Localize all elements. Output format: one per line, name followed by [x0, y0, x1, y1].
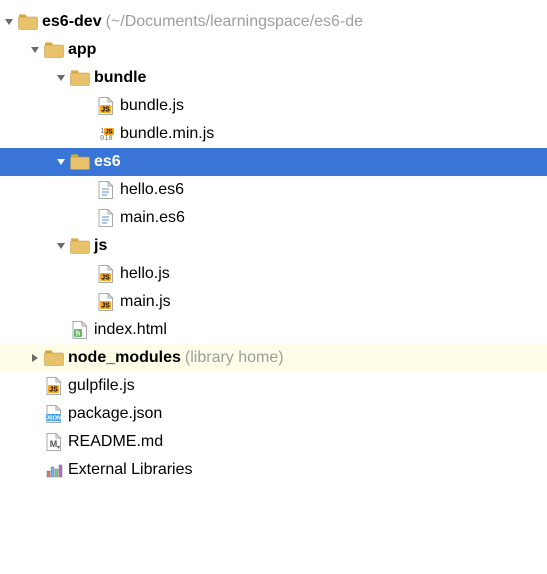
node-label: gulpfile.js [68, 377, 135, 395]
external-libraries-label: External Libraries [68, 461, 193, 479]
svg-text:JS: JS [101, 107, 110, 114]
tree-row[interactable]: JSON package.json [0, 400, 547, 428]
node-label: hello.es6 [120, 181, 184, 199]
json-icon: JSON [44, 405, 64, 423]
folder-icon [18, 13, 38, 31]
tree-row[interactable]: JS gulpfile.js [0, 372, 547, 400]
node-label: index.html [94, 321, 167, 339]
tree-row[interactable]: 10 010 JS bundle.min.js [0, 120, 547, 148]
node-label: bundle [94, 69, 146, 87]
js-icon: JS [96, 265, 116, 283]
folder-icon [70, 69, 90, 87]
tree-row[interactable]: JS bundle.js [0, 92, 547, 120]
tree-row[interactable]: node_modules(library home) [0, 344, 547, 372]
tree-row[interactable]: main.es6 [0, 204, 547, 232]
tree-row[interactable]: JS main.js [0, 288, 547, 316]
js-icon: JS [44, 377, 64, 395]
tree-row[interactable]: es6-dev(~/Documents/learningspace/es6-de [0, 8, 547, 36]
text-icon [96, 181, 116, 199]
svg-text:M: M [50, 439, 58, 449]
folder-icon [44, 349, 64, 367]
html-icon: h [70, 321, 90, 339]
folder-icon [70, 237, 90, 255]
node-hint: (~/Documents/learningspace/es6-de [106, 13, 363, 31]
folder-icon [44, 41, 64, 59]
arrow-expanded-icon[interactable] [52, 237, 70, 255]
folder-icon [70, 153, 90, 171]
js-icon: JS [96, 293, 116, 311]
project-tree: es6-dev(~/Documents/learningspace/es6-de… [0, 8, 547, 484]
arrow-expanded-icon[interactable] [26, 41, 44, 59]
text-icon [96, 209, 116, 227]
node-hint: (library home) [185, 349, 284, 367]
node-label: app [68, 41, 96, 59]
node-label: es6-dev [42, 13, 102, 31]
arrow-collapsed-icon[interactable] [26, 349, 44, 367]
node-label: package.json [68, 405, 162, 423]
tree-row[interactable]: es6 [0, 148, 547, 176]
node-label: bundle.min.js [120, 125, 214, 143]
js-icon: JS [96, 97, 116, 115]
external-libraries[interactable]: External Libraries [0, 456, 547, 484]
tree-row[interactable]: JS hello.js [0, 260, 547, 288]
node-label: main.js [120, 293, 171, 311]
tree-row[interactable]: M README.md [0, 428, 547, 456]
tree-row[interactable]: hello.es6 [0, 176, 547, 204]
svg-text:JS: JS [101, 303, 110, 310]
svg-text:JSON: JSON [46, 416, 61, 422]
tree-row[interactable]: app [0, 36, 547, 64]
node-label: js [94, 237, 107, 255]
svg-text:h: h [76, 331, 80, 338]
arrow-expanded-icon[interactable] [52, 69, 70, 87]
svg-text:JS: JS [49, 387, 58, 394]
svg-text:JS: JS [101, 275, 110, 282]
tree-row[interactable]: h index.html [0, 316, 547, 344]
arrow-expanded-icon[interactable] [0, 13, 18, 31]
tree-row[interactable]: js [0, 232, 547, 260]
node-label: hello.js [120, 265, 170, 283]
node-label: node_modules [68, 349, 181, 367]
minjs-icon: 10 010 JS [96, 125, 116, 143]
svg-text:JS: JS [105, 130, 112, 136]
node-label: main.es6 [120, 209, 185, 227]
node-label: es6 [94, 153, 121, 171]
library-icon [44, 461, 64, 479]
md-icon: M [44, 433, 64, 451]
tree-row[interactable]: bundle [0, 64, 547, 92]
node-label: bundle.js [120, 97, 184, 115]
node-label: README.md [68, 433, 163, 451]
arrow-expanded-icon[interactable] [52, 153, 70, 171]
